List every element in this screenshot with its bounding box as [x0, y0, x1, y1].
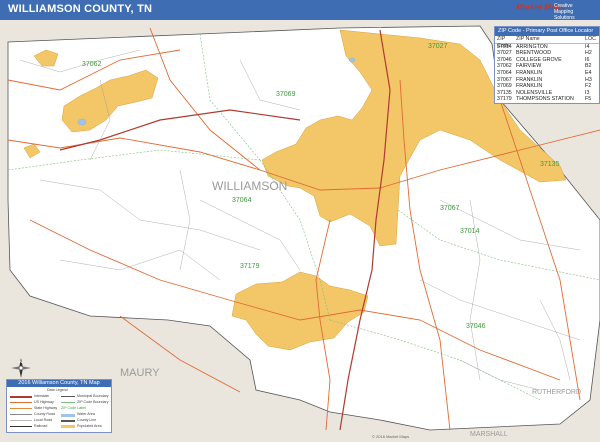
neighbor-county-label-maury: MAURY	[120, 367, 160, 379]
legend-swatch-county-line	[61, 420, 75, 422]
table-row: 37135 NOLENSVILLE I3	[495, 90, 599, 97]
zip-code: 37069	[497, 83, 512, 90]
zip-name: BRENTWOOD	[516, 50, 552, 57]
copyright-text: © 2016 Market Maps	[372, 434, 410, 439]
title-bar: WILLIAMSON COUNTY, TN Market Maps Creati…	[0, 0, 600, 21]
table-row: 37027 BRENTWOOD H2	[495, 50, 599, 57]
zip-code: 37067	[497, 76, 512, 83]
zip-name: NOLENSVILLE	[516, 89, 553, 96]
zip-label-37064: 37064	[232, 197, 252, 204]
table-row: 37069 FRANKLIN F2	[495, 83, 599, 90]
zip-loc: H2	[585, 50, 592, 57]
zip-code: 37062	[497, 63, 512, 70]
zip-label-37067: 37067	[440, 205, 460, 212]
zip-label-37069: 37069	[276, 91, 296, 98]
zip-name: ARRINGTON	[516, 43, 548, 50]
legend-item-zip-label: ZIP Code Label	[61, 406, 86, 410]
zip-loc: B2	[585, 63, 592, 70]
zip-loc: E4	[585, 69, 592, 76]
compass-north-label: N	[20, 359, 23, 364]
column-header-name: ZIP Name	[516, 36, 540, 42]
zip-label-37014: 37014	[460, 228, 480, 235]
legend-item-local-road: Local Road	[34, 418, 53, 422]
column-header-zip: ZIP Code	[497, 36, 510, 49]
legend-title: 2016 Williamson County, TN Map	[7, 380, 111, 387]
zip-label-37179: 37179	[240, 263, 260, 270]
map-legend: 2016 Williamson County, TN Map Data Lege…	[6, 379, 112, 433]
table-row: 37062 FAIRVIEW B2	[495, 63, 599, 70]
brand-tagline: Creative Mapping Solutions	[554, 3, 575, 21]
legend-swatch-populated	[61, 425, 75, 428]
legend-swatch-interstate	[10, 396, 32, 398]
brand-logo: Market Maps Creative Mapping Solutions	[516, 2, 594, 21]
table-row: 37064 FRANKLIN E4	[495, 70, 599, 77]
legend-swatch-us-highway	[10, 402, 32, 403]
legend-swatch-local-road	[10, 420, 32, 421]
legend-item-state-highway: State Highway	[34, 406, 58, 410]
zip-code: 37046	[497, 56, 512, 63]
legend-item-us-highway: US Highway	[34, 400, 54, 404]
zip-code: 37027	[497, 50, 512, 57]
table-row: 37046 COLLEGE GROVE I6	[495, 57, 599, 64]
zip-label-37027: 37027	[428, 43, 448, 50]
legend-subtitle: Data Legend	[47, 388, 68, 392]
legend-swatch-county-road	[10, 414, 32, 415]
zip-name: THOMPSONS STATION	[516, 96, 574, 103]
zip-loc: F5	[585, 96, 592, 103]
page-title: WILLIAMSON COUNTY, TN	[8, 3, 153, 15]
legend-item-water: Water Area	[77, 412, 95, 416]
legend-item-populated: Populated Area	[77, 424, 102, 428]
legend-item-railroad: Railroad	[34, 424, 48, 428]
zip-label-37135: 37135	[540, 161, 560, 168]
legend-item-zip-boundary: ZIP Code Boundary	[77, 400, 109, 404]
legend-body: Data Legend Interstate US Highway State …	[7, 387, 111, 431]
legend-item-county-line: County Line	[77, 418, 97, 422]
zip-code: 37179	[497, 96, 512, 103]
zip-locator-header-row: ZIP Code ZIP Name LOC	[495, 36, 599, 49]
zip-locator-title: ZIP Code - Primary Post Office Locator	[495, 27, 599, 36]
table-row: 37179 THOMPSONS STATION F5	[495, 96, 599, 103]
zip-label-37046: 37046	[466, 323, 486, 330]
zip-name: COLLEGE GROVE	[516, 56, 562, 63]
map-viewer: WILLIAMSON COUNTY, TN Market Maps Creati…	[0, 0, 600, 442]
legend-item-municipal: Municipal Boundary	[77, 394, 109, 398]
zip-code: 37135	[497, 89, 512, 96]
neighbor-county-label-marshall: MARSHALL	[470, 431, 508, 438]
column-header-loc: LOC	[585, 36, 596, 42]
legend-item-interstate: Interstate	[34, 394, 49, 398]
legend-swatch-water	[61, 414, 75, 417]
zip-name: FRANKLIN	[516, 83, 543, 90]
zip-code: 37064	[497, 69, 512, 76]
legend-swatch-state-highway	[10, 408, 32, 409]
zip-loc: I4	[585, 43, 590, 50]
county-label: WILLIAMSON	[212, 179, 287, 193]
zip-loc: I6	[585, 56, 590, 63]
table-row: 37014 ARRINGTON I4	[495, 44, 599, 51]
legend-item-county-road: County Road	[34, 412, 55, 416]
compass-rose-icon: N	[10, 357, 32, 379]
zip-code: 37014	[497, 43, 512, 50]
zip-name: FRANKLIN	[516, 69, 543, 76]
table-row: 37067 FRANKLIN H3	[495, 77, 599, 84]
legend-swatch-municipal	[61, 396, 75, 397]
legend-swatch-railroad	[10, 426, 32, 427]
zip-name: FAIRVIEW	[516, 63, 542, 70]
zip-loc: F2	[585, 83, 592, 90]
zip-loc: H3	[585, 76, 592, 83]
zip-locator-table: ZIP Code - Primary Post Office Locator Z…	[494, 26, 600, 104]
neighbor-county-label-rutherford: RUTHERFORD	[532, 389, 581, 396]
zip-label-37062: 37062	[82, 61, 102, 68]
zip-loc: I3	[585, 89, 590, 96]
zip-name: FRANKLIN	[516, 76, 543, 83]
legend-swatch-zip-boundary	[61, 402, 75, 403]
